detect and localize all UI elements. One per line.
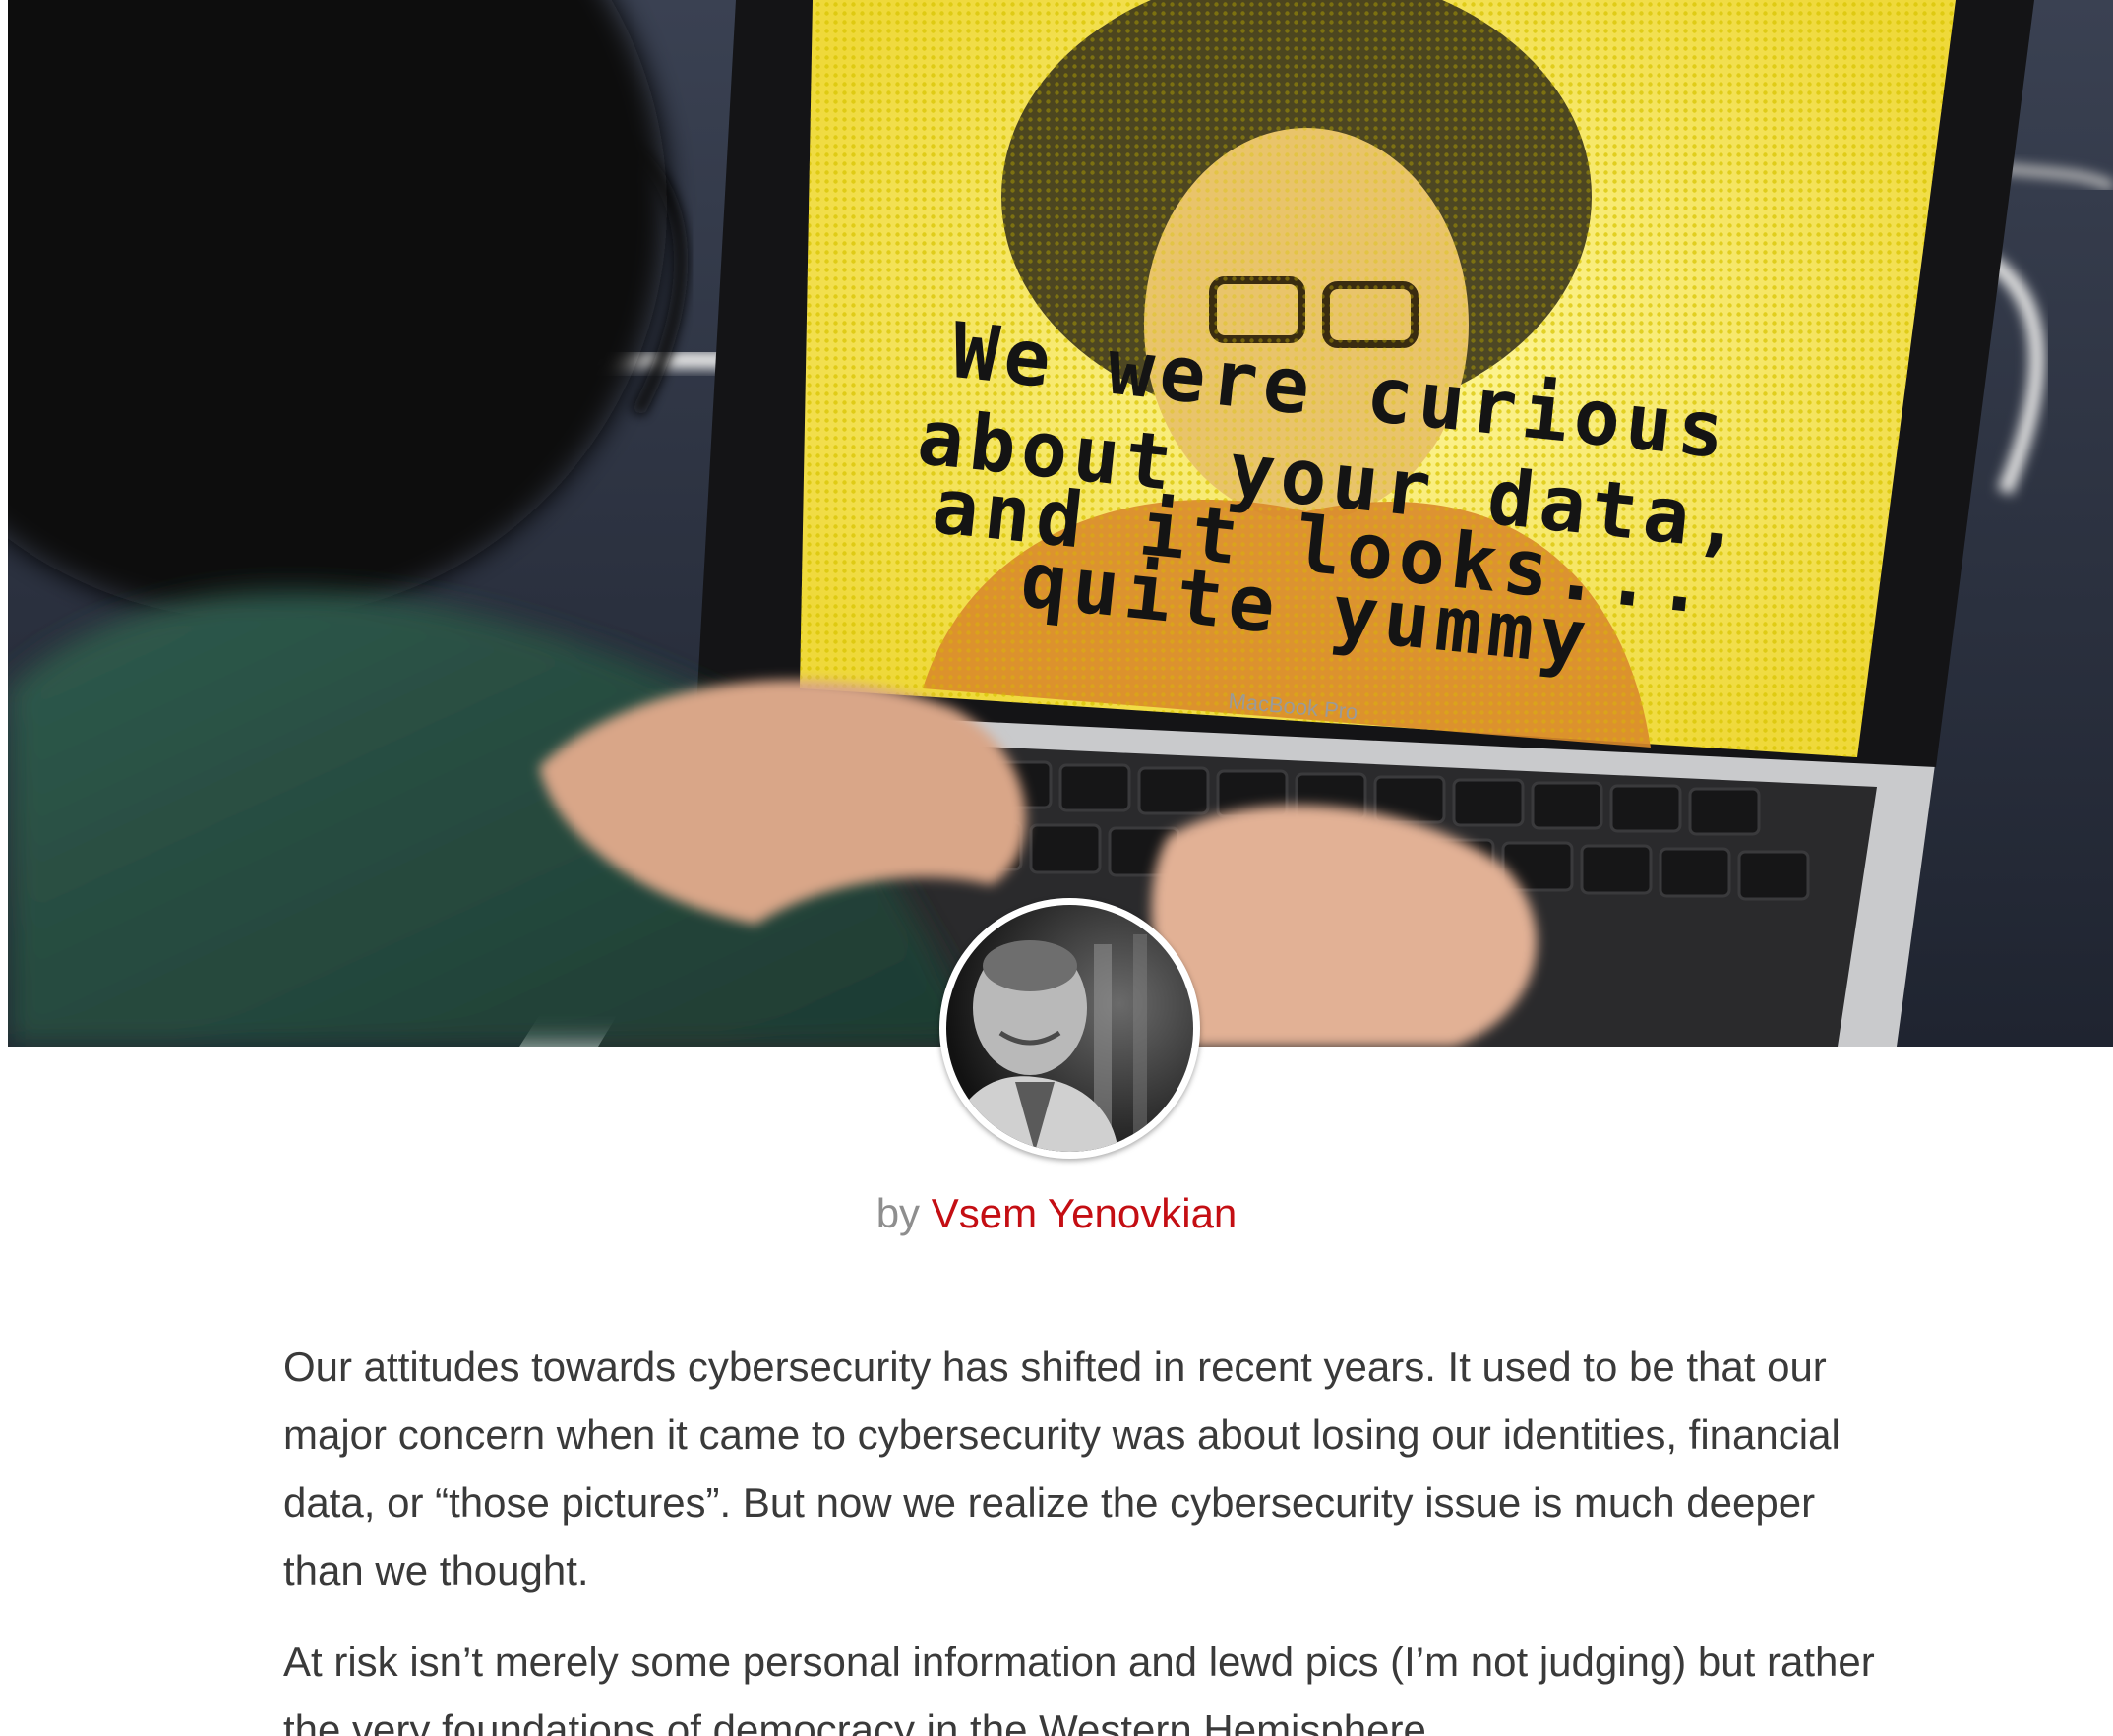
article-body: Our attitudes towards cybersecurity has … [283,1333,1877,1736]
byline-prefix: by [875,1190,932,1236]
author-photo [946,905,1193,1152]
author-link[interactable]: Vsem Yenovkian [932,1190,1238,1236]
article-paragraph-2: At risk isn’t merely some personal infor… [283,1639,1875,1736]
article-paragraph-1: Our attitudes towards cybersecurity has … [283,1344,1841,1593]
article-page: MacBook Pro We were curious about your d… [0,0,2113,1736]
byline: by Vsem Yenovkian [0,1190,2113,1237]
author-avatar[interactable] [939,898,1200,1159]
hero-image: MacBook Pro We were curious about your d… [8,0,2113,1047]
